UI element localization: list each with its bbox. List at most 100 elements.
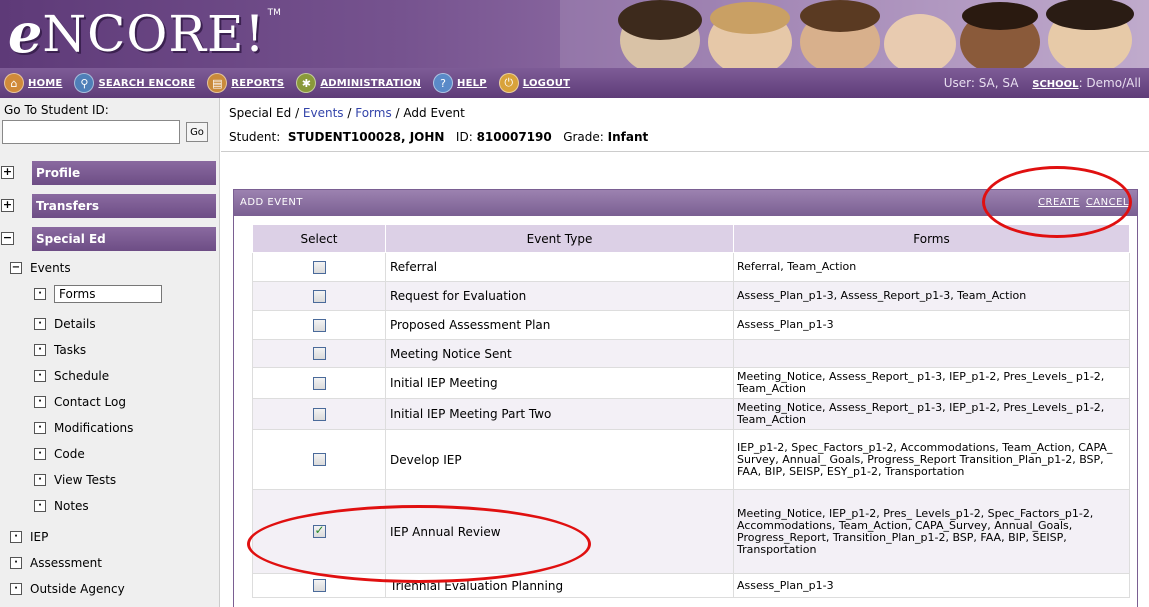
header-photos [560,0,1149,68]
sidebar-item-label: IEP [30,530,49,544]
select-checkbox[interactable] [312,347,326,361]
user-info: User: SA, SA School: Demo/All [944,76,1141,90]
forms-cell: Assess_Plan_p1-3 [733,573,1130,598]
reports-icon: ▤ [207,73,228,93]
sidebar-item-label: View Tests [54,473,117,487]
collapse-icon[interactable]: − [10,262,22,274]
table-row: Proposed Assessment Plan Assess_Plan_p1-… [252,310,1130,340]
event-type-cell: Initial IEP Meeting [385,367,734,399]
sidebar-item-label: Code [54,447,85,461]
sidebar-section-transfers[interactable]: + Transfers [0,194,220,218]
select-checkbox[interactable] [312,453,326,467]
sidebar-section-label[interactable]: Profile [32,161,216,185]
forms-cell: Assess_Plan_p1-3 [733,310,1130,340]
sidebar-item-label: Forms [54,285,162,303]
sidebar-section-special-ed[interactable]: − Special Ed [0,227,220,251]
nav-reports[interactable]: ▤ Reports [207,73,284,93]
sidebar-item-iep[interactable]: · IEP [10,530,48,544]
event-type-cell: Request for Evaluation [385,281,734,311]
table-row: Request for Evaluation Assess_Plan_p1-3,… [252,281,1130,311]
nav-home[interactable]: ⌂ Home [4,73,62,93]
divider [221,151,1149,152]
main-nav: ⌂ Home ⚲ Search Encore ▤ Reports ✱ Admin… [0,68,1149,98]
logout-icon: ⏻ [498,73,519,93]
sidebar-item-label: Notes [54,499,89,513]
breadcrumb-events-link[interactable]: Events [303,106,344,120]
sidebar-section-profile[interactable]: + Profile [0,161,220,185]
column-header-forms: Forms [733,224,1130,253]
sidebar-item-label: Tasks [54,343,87,357]
leaf-icon: · [34,344,46,356]
nav-logout[interactable]: ⏻ Logout [498,73,570,93]
select-checkbox[interactable] [312,376,326,390]
sidebar-item-modifications[interactable]: · Modifications [34,421,133,435]
table-row: Initial IEP Meeting Meeting_Notice, Asse… [252,367,1130,399]
event-table: Select Event Type Forms Referral Referra… [252,224,1130,598]
nav-search-encore[interactable]: ⚲ Search Encore [74,73,195,93]
sidebar-item-code[interactable]: · Code [34,447,85,461]
sidebar-item-details[interactable]: · Details [34,317,96,331]
sidebar-section-label[interactable]: Transfers [32,194,216,218]
sidebar-item-forms[interactable]: · Forms [34,285,162,303]
breadcrumb: Special Ed / Events / Forms / Add Event [229,106,465,120]
event-type-cell: Meeting Notice Sent [385,339,734,368]
table-row: Meeting Notice Sent [252,339,1130,368]
school-value: : Demo/All [1078,76,1141,90]
administration-icon: ✱ [296,73,317,93]
encore-logo: e NCORE! TM [8,1,281,65]
forms-cell: Referral, Team_Action [733,252,1130,282]
nav-help[interactable]: ? Help [433,73,487,93]
leaf-icon: · [34,422,46,434]
create-button[interactable]: Create [1038,197,1080,208]
collapse-icon[interactable]: − [1,232,14,245]
expand-icon[interactable]: + [1,166,14,179]
breadcrumb-root: Special Ed [229,106,292,120]
forms-cell: Meeting_Notice, IEP_p1-2, Pres_ Levels_p… [733,489,1130,574]
select-checkbox[interactable] [312,260,326,274]
event-type-cell: Referral [385,252,734,282]
leaf-icon: · [34,288,46,300]
select-checkbox-checked[interactable] [312,523,326,539]
sidebar-item-schedule[interactable]: · Schedule [34,369,109,383]
cancel-button[interactable]: Cancel [1086,197,1129,208]
column-header-select: Select [252,224,386,253]
leaf-icon: · [10,583,22,595]
school-link[interactable]: School [1032,79,1078,90]
table-row: Triennial Evaluation Planning Assess_Pla… [252,573,1130,598]
sidebar-item-outside-agency[interactable]: · Outside Agency [10,582,125,596]
sidebar-item-label: Details [54,317,96,331]
event-type-cell: Initial IEP Meeting Part Two [385,398,734,430]
sidebar-item-view-tests[interactable]: · View Tests [34,473,116,487]
expand-icon[interactable]: + [1,199,14,212]
breadcrumb-forms-link[interactable]: Forms [355,106,391,120]
add-event-panel: Add Event Create Cancel Select Event Type… [233,189,1138,607]
goto-student-label: Go To Student ID: [4,103,109,117]
forms-cell: IEP_p1-2, Spec_Factors_p1-2, Accommodati… [733,429,1130,490]
user-name: User: SA, SA [943,76,1019,90]
select-checkbox[interactable] [312,318,326,332]
table-row: Develop IEP IEP_p1-2, Spec_Factors_p1-2,… [252,429,1130,490]
home-icon: ⌂ [4,73,24,93]
select-checkbox[interactable] [312,407,326,421]
nav-administration[interactable]: ✱ Administration [296,73,421,93]
leaf-icon: · [34,448,46,460]
leaf-icon: · [10,531,22,543]
student-id-input[interactable] [2,120,180,144]
sidebar-item-events[interactable]: − Events [10,261,71,275]
student-grade: Infant [607,130,649,144]
sidebar-item-tasks[interactable]: · Tasks [34,343,86,357]
search-icon: ⚲ [74,73,95,93]
sidebar-item-notes[interactable]: · Notes [34,499,89,513]
student-name: STUDENT100028, JOHN [287,130,445,144]
sidebar-item-label: Modifications [54,421,134,435]
select-checkbox[interactable] [312,579,326,593]
go-button[interactable]: Go [186,122,208,142]
panel-title: Add Event [240,197,303,208]
select-checkbox[interactable] [312,289,326,303]
sidebar-section-label[interactable]: Special Ed [32,227,216,251]
leaf-icon: · [34,474,46,486]
sidebar-item-label: Schedule [54,369,110,383]
sidebar-item-contact-log[interactable]: · Contact Log [34,395,126,409]
breadcrumb-current: Add Event [403,106,465,120]
sidebar-item-assessment[interactable]: · Assessment [10,556,102,570]
